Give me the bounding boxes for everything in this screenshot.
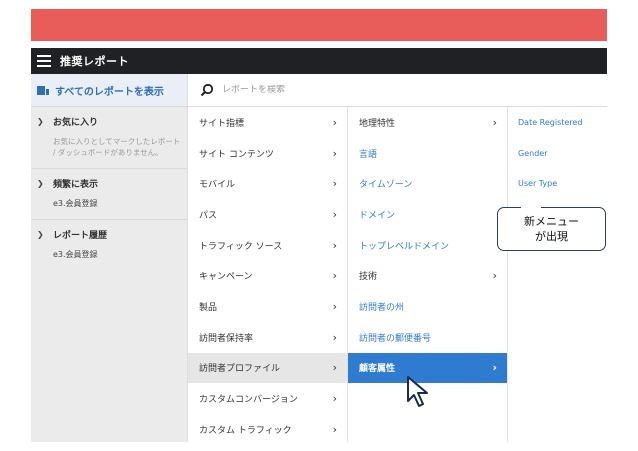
chevron-right-icon: ›: [332, 238, 337, 252]
menu-item-label: 訪問者プロファイル: [199, 364, 281, 375]
history-item[interactable]: e3.会員登録: [37, 249, 181, 260]
attribute-item-label: Gender: [518, 148, 548, 158]
attribute-item-user-type[interactable]: User Type: [508, 168, 607, 199]
menu-item-traffic-sources[interactable]: トラフィック ソース ›: [188, 230, 347, 261]
callout-pointer-joint: [521, 206, 541, 209]
callout-line-1: 新メニュー: [524, 215, 579, 228]
submenu-item-top-level-domains[interactable]: トップレベルドメイン: [348, 230, 507, 261]
frequent-label: 頻繁に表示: [53, 180, 99, 190]
submenu-item-domains[interactable]: ドメイン: [348, 199, 507, 230]
submenu-item-label: トップレベルドメイン: [359, 241, 450, 252]
chevron-right-icon: ›: [332, 146, 337, 160]
report-toolbar: すべてのレポートを表示: [31, 74, 607, 107]
menu-item-site-content[interactable]: サイト コンテンツ ›: [188, 138, 347, 169]
menu-item-label: キャンペーン: [199, 272, 253, 283]
submenu-item-visitor-zip[interactable]: 訪問者の郵便番号: [348, 322, 507, 353]
history-section: ❯ レポート履歴 e3.会員登録: [31, 220, 187, 270]
customer-attributes-submenu: Date Registered Gender User Type: [508, 107, 607, 442]
mouse-cursor-icon: [407, 376, 428, 407]
show-all-reports-label: すべてのレポートを表示: [55, 86, 164, 98]
app-header: 推奨レポート: [31, 48, 607, 74]
menu-item-label: 訪問者保持率: [199, 333, 254, 344]
chevron-right-icon: ›: [492, 269, 497, 283]
attribute-item-gender[interactable]: Gender: [508, 138, 607, 169]
favorites-header[interactable]: ❯ お気に入り: [37, 115, 181, 128]
menu-item-visitor-retention[interactable]: 訪問者保持率 ›: [188, 322, 347, 353]
menu-item-custom-traffic[interactable]: カスタム トラフィック ›: [188, 414, 347, 445]
chevron-down-icon: ❯: [37, 230, 44, 239]
chevron-down-icon: ❯: [37, 117, 44, 126]
menu-item-label: サイト指標: [199, 118, 245, 129]
callout-line-2: が出現: [535, 230, 568, 243]
menu-item-label: カスタム トラフィック: [199, 425, 292, 436]
search-icon: [200, 83, 214, 97]
attribute-item-date-registered[interactable]: Date Registered: [508, 107, 607, 138]
submenu-item-geosegmentation[interactable]: 地理特性 ›: [348, 107, 507, 138]
submenu-item-visitor-state[interactable]: 訪問者の州: [348, 291, 507, 322]
favorites-label: お気に入り: [53, 118, 99, 128]
hamburger-icon[interactable]: [37, 55, 51, 67]
menu-item-label: パス: [199, 210, 218, 221]
menu-item-label: トラフィック ソース: [199, 241, 283, 252]
report-category-menu: サイト指標 › サイト コンテンツ › モバイル › パス › トラフィック ソース › …: [188, 107, 348, 442]
menu-item-site-metrics[interactable]: サイト指標 ›: [188, 107, 347, 138]
submenu-item-label: 地理特性: [359, 118, 396, 129]
chevron-right-icon: ›: [332, 115, 337, 129]
history-header[interactable]: ❯ レポート履歴: [37, 228, 181, 241]
submenu-item-label: 訪問者の州: [359, 302, 405, 313]
submenu-item-label: ドメイン: [359, 210, 396, 221]
chevron-right-icon: ›: [332, 177, 337, 191]
annotation-callout: 新メニュー が出現: [497, 207, 606, 251]
menu-item-products[interactable]: 製品 ›: [188, 291, 347, 322]
chevron-right-icon: ›: [332, 330, 337, 344]
attribute-item-label: User Type: [518, 179, 558, 189]
menu-item-label: サイト コンテンツ: [199, 149, 274, 160]
frequent-item[interactable]: e3.会員登録: [37, 198, 181, 209]
menu-item-campaigns[interactable]: キャンペーン ›: [188, 260, 347, 291]
page-title: 推奨レポート: [60, 55, 129, 68]
chevron-right-icon: ›: [332, 299, 337, 313]
menu-item-paths[interactable]: パス ›: [188, 199, 347, 230]
chevron-right-icon: ›: [332, 392, 337, 406]
submenu-item-technology[interactable]: 技術 ›: [348, 260, 507, 291]
chevron-right-icon: ›: [332, 361, 337, 375]
submenu-item-label: 言語: [359, 149, 378, 160]
menu-item-mobile[interactable]: モバイル ›: [188, 168, 347, 199]
menu-item-visitor-profile[interactable]: 訪問者プロファイル ›: [188, 352, 347, 384]
search-input[interactable]: [222, 85, 422, 95]
submenu-item-label: 顧客属性: [359, 364, 396, 375]
menu-item-label: モバイル: [199, 180, 236, 191]
favorites-empty-text: お気に入りとしてマークしたレポート / ダッシュボードがありません。: [53, 137, 181, 157]
menu-item-label: カスタムコンバージョン: [199, 395, 298, 406]
menu-item-label: 製品: [199, 302, 218, 313]
chevron-right-icon: ›: [332, 269, 337, 283]
favorites-section: ❯ お気に入り お気に入りとしてマークしたレポート / ダッシュボードがありませ…: [31, 107, 187, 169]
search-bar[interactable]: [188, 74, 607, 107]
submenu-item-label: 技術: [359, 272, 378, 283]
report-icon: [37, 85, 49, 95]
chevron-right-icon: ›: [332, 422, 337, 436]
sidebar: ❯ お気に入り お気に入りとしてマークしたレポート / ダッシュボードがありませ…: [31, 107, 188, 442]
show-all-reports-button[interactable]: すべてのレポートを表示: [31, 74, 188, 107]
chevron-right-icon: ›: [492, 361, 497, 375]
top-banner: [31, 9, 607, 41]
submenu-item-label: タイムゾーン: [359, 180, 413, 191]
chevron-down-icon: ❯: [37, 179, 44, 188]
attribute-item-label: Date Registered: [518, 117, 583, 127]
chevron-right-icon: ›: [332, 207, 337, 221]
frequent-section: ❯ 頻繁に表示 e3.会員登録: [31, 169, 187, 220]
submenu-item-label: 訪問者の郵便番号: [359, 333, 432, 344]
frequent-header[interactable]: ❯ 頻繁に表示: [37, 177, 181, 190]
menu-item-custom-conversion[interactable]: カスタムコンバージョン ›: [188, 383, 347, 414]
chevron-right-icon: ›: [492, 115, 497, 129]
history-label: レポート履歴: [53, 231, 108, 241]
submenu-item-languages[interactable]: 言語: [348, 138, 507, 169]
submenu-item-time-zones[interactable]: タイムゾーン: [348, 168, 507, 199]
